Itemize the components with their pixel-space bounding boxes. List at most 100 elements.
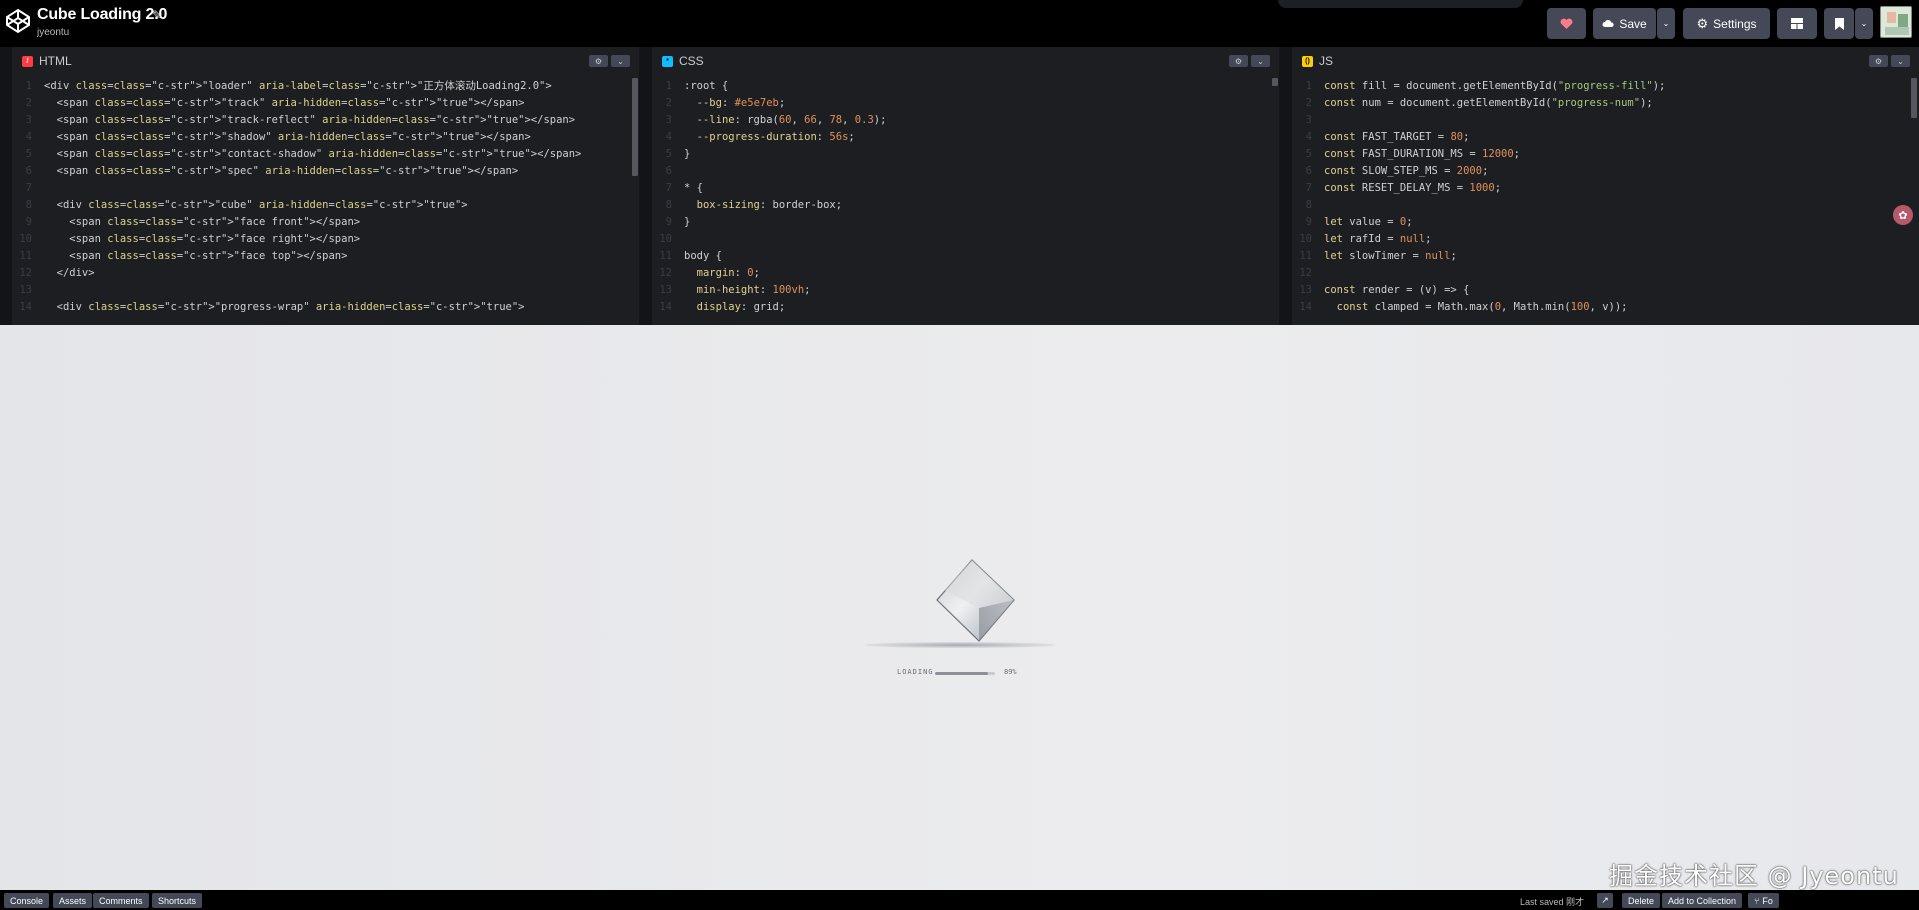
line-number: 5 — [665, 148, 672, 160]
code-line[interactable]: 4 <span class=class="c-str">"shadow" ari… — [12, 129, 639, 146]
code-line[interactable]: 13 const render = (v) => { — [1292, 282, 1919, 299]
js-scrollbar[interactable] — [1911, 78, 1917, 118]
open-external-button[interactable]: ↗ — [1597, 893, 1613, 908]
code-line[interactable]: 2 --bg: #e5e7eb; — [652, 95, 1279, 112]
code-line[interactable]: 10 let rafId = null; — [1292, 231, 1919, 248]
save-options-button[interactable]: ⌄ — [1657, 8, 1675, 39]
code-line[interactable]: 6 <span class=class="c-str">"spec" aria-… — [12, 163, 639, 180]
code-line[interactable]: 10 — [652, 231, 1279, 248]
css-pane-header: * CSS — [662, 53, 704, 69]
code-line[interactable]: 1:root { — [652, 78, 1279, 95]
code-line[interactable]: 3 — [1292, 112, 1919, 129]
code-line[interactable]: 12 — [1292, 265, 1919, 282]
js-language-icon: () — [1302, 55, 1313, 67]
codepen-logo-icon[interactable] — [5, 8, 31, 34]
gear-icon[interactable]: ⚙ — [1229, 55, 1248, 67]
code-line[interactable]: 5 const FAST_DURATION_MS = 12000; — [1292, 146, 1919, 163]
bookmark-options-button[interactable]: ⌄ — [1855, 8, 1873, 39]
add-to-collection-button[interactable]: Add to Collection — [1662, 893, 1743, 908]
bookmark-button[interactable] — [1824, 8, 1854, 39]
line-number: 10 — [1299, 233, 1312, 245]
console-button[interactable]: Console — [4, 893, 50, 908]
code-line[interactable]: 3 <span class=class="c-str">"track-refle… — [12, 112, 639, 129]
code-line[interactable]: 10 <span class=class="c-str">"face right… — [12, 231, 639, 248]
css-code-area[interactable]: 1:root {2 --bg: #e5e7eb; 3 --line: rgba(6… — [652, 78, 1279, 318]
fork-button[interactable]: ⑂ Fo — [1748, 893, 1779, 908]
code-line[interactable]: 6 const SLOW_STEP_MS = 2000; — [1292, 163, 1919, 180]
code-line[interactable]: 8 — [1292, 197, 1919, 214]
gear-icon[interactable]: ⚙ — [589, 55, 608, 67]
code-line[interactable]: 5} — [652, 146, 1279, 163]
code-line[interactable]: 4 --progress-duration: 56s; — [652, 129, 1279, 146]
code-line[interactable]: 14 <div class=class="c-str">"progress-wr… — [12, 299, 639, 316]
settings-label: Settings — [1713, 16, 1757, 31]
line-number: 9 — [1305, 216, 1312, 228]
pen-title[interactable]: Cube Loading 2.0 — [37, 6, 167, 24]
code-text: --bg: #e5e7eb; — [696, 97, 786, 109]
layout-grid-icon — [1791, 18, 1803, 29]
code-line[interactable]: 1 <div class=class="c-str">"loader" aria-… — [12, 78, 639, 95]
code-text: <span class=class="c-str">"track-reflect… — [44, 114, 576, 126]
code-line[interactable]: 9 <span class=class="c-str">"face front"… — [12, 214, 639, 231]
code-line[interactable]: 14 display: grid; — [652, 299, 1279, 316]
save-button[interactable]: Save — [1593, 8, 1656, 39]
code-line[interactable]: 4 const FAST_TARGET = 80; — [1292, 129, 1919, 146]
line-number: 3 — [1305, 114, 1312, 126]
code-line[interactable]: 7 const RESET_DELAY_MS = 1000; — [1292, 180, 1919, 197]
code-line[interactable]: 5 <span class=class="c-str">"contact-sha… — [12, 146, 639, 163]
code-line[interactable]: 13 — [12, 282, 639, 299]
delete-button[interactable]: Delete — [1622, 893, 1661, 908]
code-line[interactable]: 11 <span class=class="c-str">"face top">… — [12, 248, 639, 265]
html-code-area[interactable]: 1 <div class=class="c-str">"loader" aria-… — [12, 78, 639, 318]
avatar[interactable] — [1880, 6, 1912, 38]
code-line[interactable]: 8 <div class=class="c-str">"cube" aria-h… — [12, 197, 639, 214]
comments-button[interactable]: Comments — [93, 893, 149, 908]
chevron-down-icon[interactable]: ⌄ — [1891, 55, 1910, 67]
line-number: 3 — [25, 114, 32, 126]
js-code-area[interactable]: 1 const fill = document.getElementById("p… — [1292, 78, 1919, 318]
js-pane-tools: ⚙ ⌄ — [1869, 55, 1910, 67]
author-name[interactable]: jyeontu — [37, 27, 69, 38]
pencil-icon[interactable]: ✎ — [152, 8, 162, 22]
code-text: let rafId = null; — [1324, 233, 1432, 245]
assets-button[interactable]: Assets — [53, 893, 93, 908]
line-number: 3 — [665, 114, 672, 126]
code-text: </div> — [44, 267, 95, 279]
line-number: 7 — [665, 182, 672, 194]
chevron-down-icon[interactable]: ⌄ — [1251, 55, 1270, 67]
loading-label: LOADING — [897, 668, 934, 676]
html-scrollbar[interactable] — [632, 78, 638, 176]
code-line[interactable]: 12 </div> — [12, 265, 639, 282]
code-line[interactable]: 6 — [652, 163, 1279, 180]
code-line[interactable]: 11 body { — [652, 248, 1279, 265]
gear-icon[interactable]: ⚙ — [1869, 55, 1888, 67]
bottom-bar: Console Assets Comments Shortcuts Last s… — [0, 890, 1919, 910]
code-text: const num = document.getElementById("pro… — [1324, 97, 1653, 109]
floating-helper-icon[interactable]: ✿ — [1893, 205, 1913, 225]
css-language-icon: * — [662, 55, 673, 67]
code-line[interactable]: 2 <span class=class="c-str">"track" aria… — [12, 95, 639, 112]
code-line[interactable]: 8 box-sizing: border-box; — [652, 197, 1279, 214]
code-line[interactable]: 2 const num = document.getElementById("pr… — [1292, 95, 1919, 112]
change-view-button[interactable] — [1777, 8, 1817, 39]
code-line[interactable]: 9 let value = 0; — [1292, 214, 1919, 231]
html-editor-pane: / HTML ⚙ ⌄ 1 <div class=class="c-str">"lo… — [12, 47, 639, 325]
code-line[interactable]: 3 --line: rgba(60, 66, 78, 0.3); — [652, 112, 1279, 129]
code-line[interactable]: 1 const fill = document.getElementById("p… — [1292, 78, 1919, 95]
line-number: 10 — [659, 233, 672, 245]
code-line[interactable]: 14 const clamped = Math.max(0, Math.min(… — [1292, 299, 1919, 316]
top-bar: Cube Loading 2.0 ✎ jyeontu Save ⌄ ⚙ Sett… — [0, 0, 1919, 47]
line-number: 11 — [659, 250, 672, 262]
settings-button[interactable]: ⚙ Settings — [1683, 8, 1770, 39]
code-line[interactable]: 13 min-height: 100vh; — [652, 282, 1279, 299]
chevron-down-icon[interactable]: ⌄ — [611, 55, 630, 67]
code-text: <span class=class="c-str">"track" aria-h… — [44, 97, 525, 109]
shortcuts-button[interactable]: Shortcuts — [152, 893, 203, 908]
heart-button[interactable] — [1547, 8, 1586, 39]
code-line[interactable]: 12 margin: 0; — [652, 265, 1279, 282]
code-line[interactable]: 11 let slowTimer = null; — [1292, 248, 1919, 265]
css-scrollbar[interactable] — [1272, 78, 1278, 86]
code-line[interactable]: 9} — [652, 214, 1279, 231]
code-line[interactable]: 7 * { — [652, 180, 1279, 197]
code-line[interactable]: 7 — [12, 180, 639, 197]
